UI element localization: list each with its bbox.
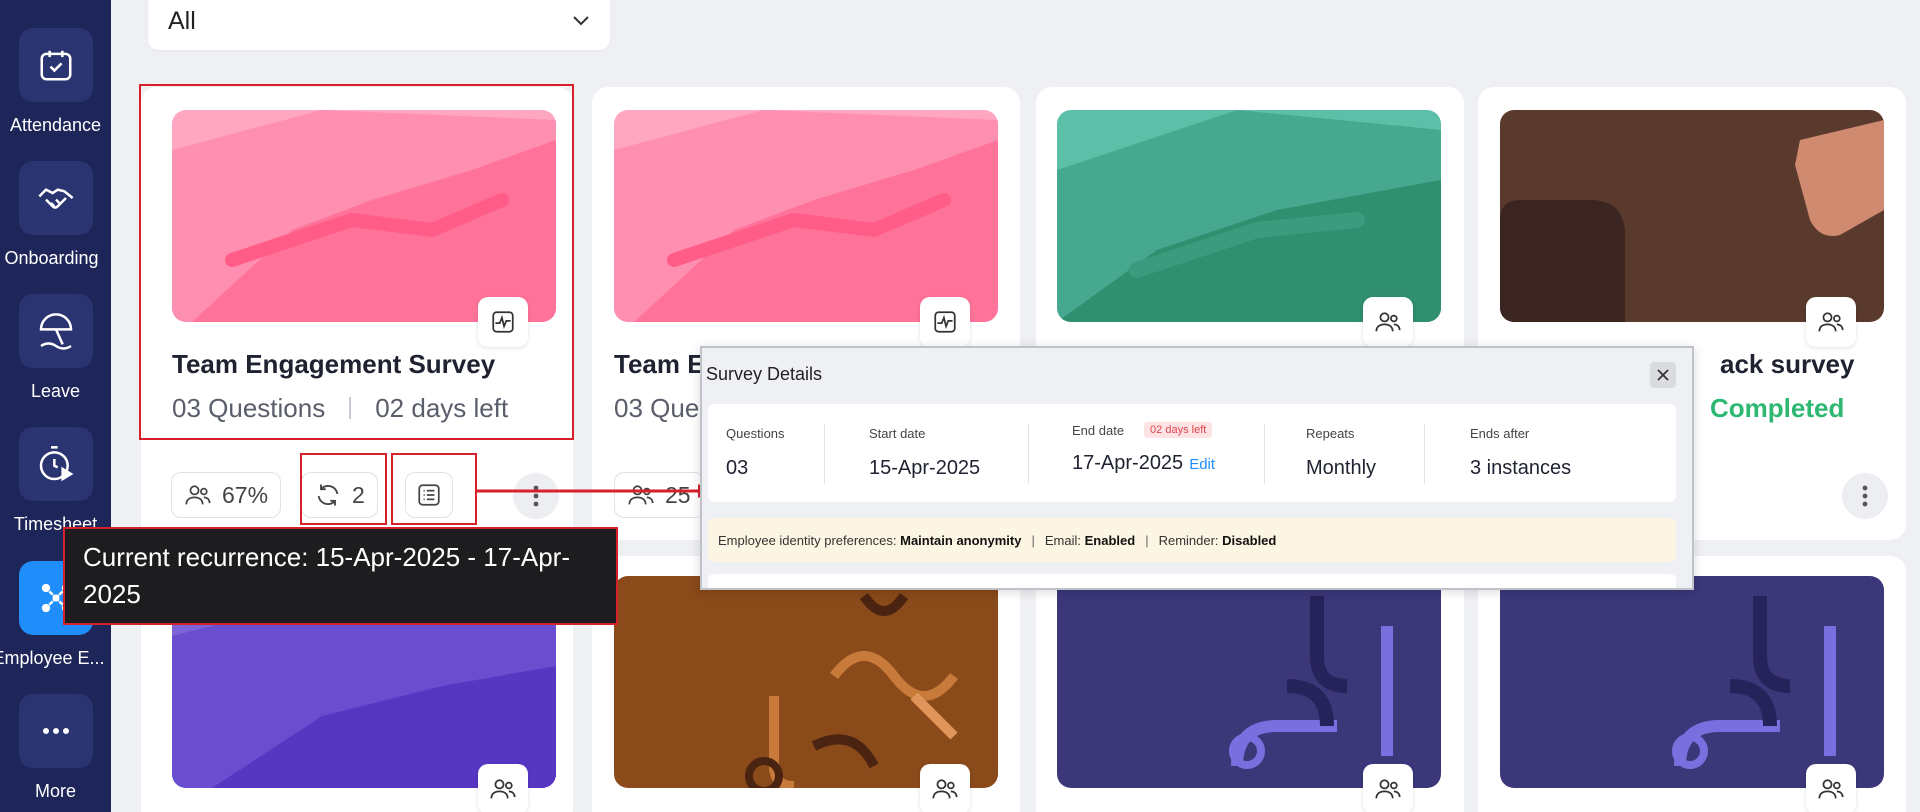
recurrence-tooltip: Current recurrence: 15-Apr-2025 - 17-Apr… bbox=[63, 527, 618, 625]
sidebar-item-label: Attendance bbox=[9, 115, 102, 135]
sidebar-item-attendance[interactable]: Attendance bbox=[0, 28, 111, 136]
survey-preferences: Employee identity preferences: Maintain … bbox=[708, 518, 1676, 562]
handshake-icon bbox=[37, 188, 73, 209]
survey-card[interactable] bbox=[1036, 556, 1464, 812]
participation-pill[interactable]: 67% bbox=[171, 472, 282, 518]
close-button[interactable] bbox=[1650, 362, 1676, 388]
users-icon bbox=[185, 485, 211, 505]
sidebar-item-more[interactable]: More bbox=[0, 694, 111, 802]
sidebar-item-label: More bbox=[34, 781, 76, 801]
sidebar-item-label: Employee E... bbox=[0, 648, 105, 668]
survey-card[interactable] bbox=[592, 556, 1020, 812]
people-badge bbox=[478, 764, 528, 812]
filter-value: All bbox=[168, 6, 196, 35]
people-badge bbox=[1363, 764, 1413, 812]
users-icon bbox=[1375, 779, 1401, 799]
timer-icon bbox=[39, 446, 73, 482]
participation-value: 67% bbox=[222, 481, 269, 508]
survey-banner bbox=[614, 576, 998, 788]
highlight-card-header bbox=[139, 84, 574, 440]
kebab-menu-icon bbox=[1862, 485, 1868, 507]
survey-card[interactable] bbox=[1478, 556, 1906, 812]
sidebar-item-timesheet[interactable]: Timesheet bbox=[0, 427, 111, 535]
close-icon bbox=[1657, 369, 1669, 381]
survey-banner bbox=[1500, 110, 1884, 322]
annotation-arrow bbox=[476, 484, 712, 498]
highlight-recurrence bbox=[300, 453, 387, 525]
detail-start-date: Start date 15-Apr-2025 bbox=[869, 426, 981, 479]
more-dots-icon bbox=[42, 728, 69, 734]
survey-details-popup: Survey Details Questions 03 Start date 1… bbox=[700, 346, 1694, 590]
chevron-down-icon bbox=[573, 16, 589, 26]
survey-banner bbox=[1057, 576, 1441, 788]
sidebar-item-leave[interactable]: Leave bbox=[0, 294, 111, 402]
people-badge bbox=[1363, 297, 1413, 347]
users-icon bbox=[1818, 312, 1844, 332]
survey-title: Team E bbox=[614, 349, 705, 379]
survey-banner bbox=[614, 110, 998, 322]
people-badge bbox=[1806, 297, 1856, 347]
detail-ends-after: Ends after 3 instances bbox=[1470, 426, 1572, 479]
survey-banner bbox=[1057, 110, 1441, 322]
sidebar-item-onboarding[interactable]: Onboarding bbox=[0, 161, 111, 269]
users-icon bbox=[1818, 779, 1844, 799]
popup-title: Survey Details bbox=[706, 364, 823, 384]
sidebar: Attendance Onboarding Leave Timesheet Em… bbox=[0, 0, 111, 812]
pulse-icon bbox=[934, 311, 956, 333]
detail-questions: Questions 03 bbox=[726, 426, 785, 479]
highlight-details-button bbox=[391, 453, 477, 525]
people-badge bbox=[920, 764, 970, 812]
question-count: 03 Que bbox=[614, 393, 700, 423]
status-badge: Completed bbox=[1710, 393, 1845, 423]
sidebar-item-label: Onboarding bbox=[4, 248, 99, 268]
survey-title: ack survey bbox=[1720, 349, 1855, 379]
calendar-check-icon bbox=[39, 50, 72, 81]
detail-end-date: End date 02 days left 17-Apr-2025 Edit bbox=[1072, 422, 1216, 474]
survey-banner bbox=[1500, 576, 1884, 788]
people-badge bbox=[1806, 764, 1856, 812]
pulse-badge bbox=[920, 297, 970, 347]
sidebar-item-label: Leave bbox=[30, 381, 81, 401]
edit-end-date-link[interactable]: Edit bbox=[1189, 456, 1215, 473]
users-icon bbox=[1375, 312, 1401, 332]
users-icon bbox=[490, 779, 516, 799]
users-icon bbox=[932, 779, 958, 799]
survey-filter-dropdown[interactable]: All bbox=[148, 0, 610, 50]
detail-repeats: Repeats Monthly bbox=[1306, 426, 1377, 479]
card-more-button[interactable] bbox=[1842, 473, 1888, 519]
days-left-tag: 02 days left bbox=[1144, 422, 1213, 438]
beach-umbrella-icon bbox=[39, 313, 72, 350]
survey-details-row: Questions 03 Start date 15-Apr-2025 End … bbox=[708, 404, 1676, 502]
